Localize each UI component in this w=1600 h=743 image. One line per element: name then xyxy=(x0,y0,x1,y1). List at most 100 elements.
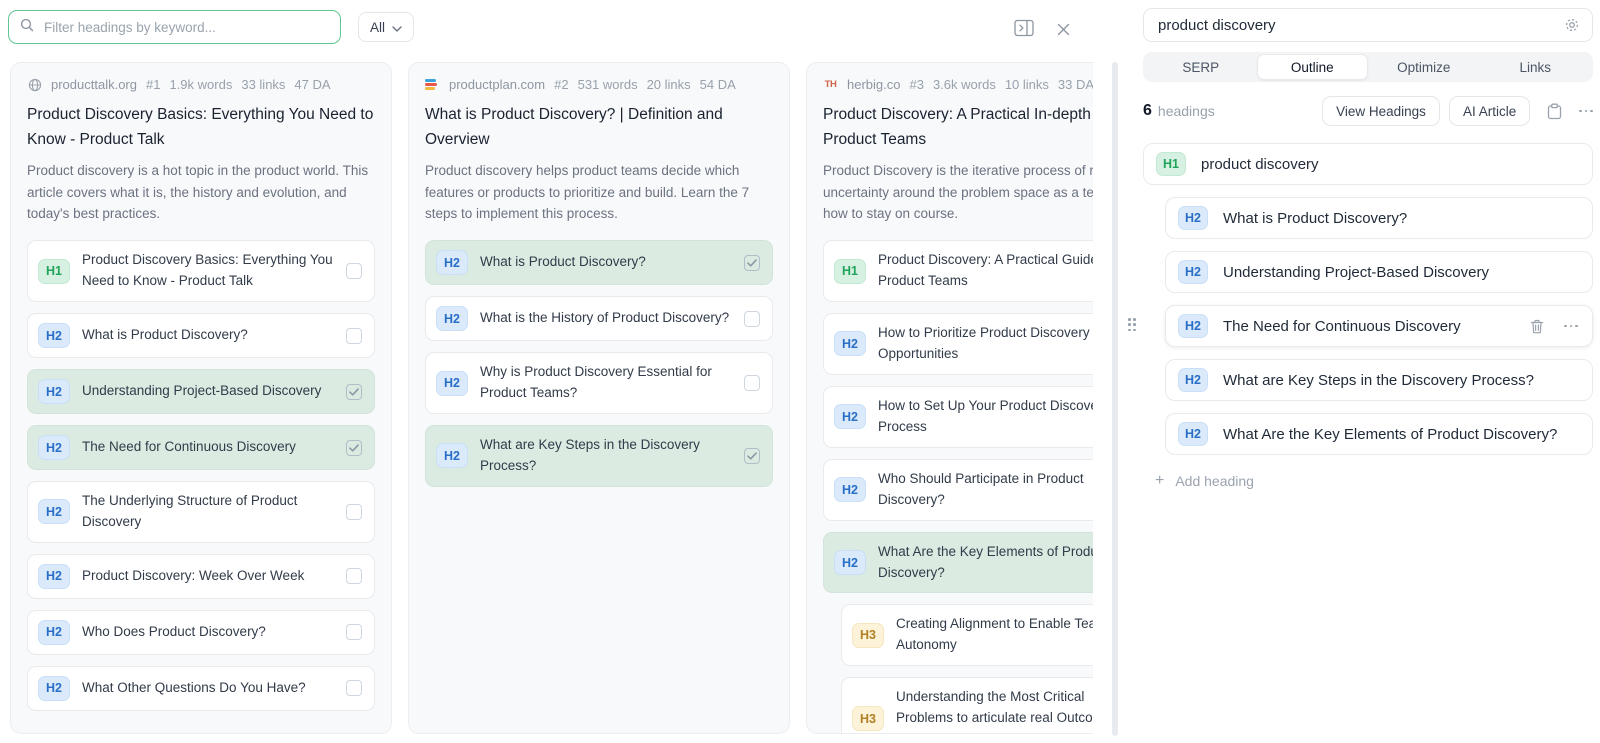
heading-checkbox[interactable] xyxy=(346,504,362,520)
headings-count: 6 xyxy=(1143,102,1152,120)
heading-item[interactable]: H3Creating Alignment to Enable Team Auto… xyxy=(841,604,1093,666)
add-heading-button[interactable]: + Add heading xyxy=(1155,473,1593,489)
heading-checkbox[interactable] xyxy=(744,375,760,391)
heading-item[interactable]: H2Who Should Participate in Product Disc… xyxy=(823,459,1093,521)
heading-text: What is the History of Product Discovery… xyxy=(480,308,732,329)
outline-row-actions xyxy=(1530,319,1578,334)
heading-item[interactable]: H2How to Prioritize Product Discovery Op… xyxy=(823,313,1093,375)
heading-text: What Other Questions Do You Have? xyxy=(82,678,334,699)
heading-item[interactable]: H3Understanding the Most Critical Proble… xyxy=(841,677,1093,734)
settings-icon[interactable] xyxy=(1564,17,1580,33)
heading-level-badge: H2 xyxy=(834,331,866,356)
heading-item[interactable]: H2What is Product Discovery? xyxy=(425,240,773,285)
keyword-query-input[interactable] xyxy=(1156,16,1564,35)
heading-checkbox[interactable] xyxy=(346,624,362,640)
competitor-rank: #2 xyxy=(554,77,568,92)
heading-item[interactable]: H1Product Discovery Basics: Everything Y… xyxy=(27,240,375,302)
competitor-domain[interactable]: herbig.co xyxy=(847,77,900,92)
collapse-panel-icon[interactable] xyxy=(1012,16,1036,40)
heading-checkbox[interactable] xyxy=(744,311,760,327)
heading-level-badge: H2 xyxy=(1178,314,1208,338)
competitor-domain[interactable]: productplan.com xyxy=(449,77,545,92)
competitor-card: THherbig.co#33.6k words10 links33 DAProd… xyxy=(806,62,1093,734)
competitor-meta: THherbig.co#33.6k words10 links33 DA xyxy=(823,77,1093,92)
outline-panel: SERPOutlineOptimizeLinks 6 headings View… xyxy=(1120,0,1600,743)
add-heading-label: Add heading xyxy=(1175,473,1254,489)
heading-text: Understanding the Most Critical Problems… xyxy=(896,687,1093,734)
heading-item[interactable]: H2 How to Set Up Your Product Discovery P… xyxy=(823,386,1093,448)
view-headings-button[interactable]: View Headings xyxy=(1322,96,1440,126)
heading-item[interactable]: H2Why is Product Discovery Essential for… xyxy=(425,352,773,414)
heading-text: What is Product Discovery? xyxy=(480,252,732,273)
outline-list: H1product discovery H2What is Product Dis… xyxy=(1143,143,1593,455)
tab-links[interactable]: Links xyxy=(1480,54,1592,80)
heading-filter-input[interactable] xyxy=(42,19,329,36)
filter-scope-dropdown[interactable]: All xyxy=(358,12,414,42)
heading-checkbox[interactable] xyxy=(346,568,362,584)
filter-toolbar: All xyxy=(0,0,1093,44)
competitor-links: 20 links xyxy=(647,77,691,92)
heading-text: The Need for Continuous Discovery xyxy=(82,437,334,458)
outline-row[interactable]: H1product discovery xyxy=(1143,143,1593,185)
clipboard-icon[interactable] xyxy=(1547,103,1562,120)
heading-text: What is Product Discovery? xyxy=(82,325,334,346)
heading-checkbox-checked[interactable] xyxy=(744,448,760,464)
outline-row[interactable]: H2What is Product Discovery? xyxy=(1165,197,1593,239)
heading-item[interactable]: H2What are Key Steps in the Discovery Pr… xyxy=(425,425,773,487)
heading-text: How to Set Up Your Product Discovery Pro… xyxy=(878,396,1093,438)
heading-text: Product Discovery: A Practical Guide for… xyxy=(878,250,1093,292)
left-panel-scrollbar[interactable] xyxy=(1112,62,1118,736)
heading-item[interactable]: H2Understanding Project-Based Discovery xyxy=(27,369,375,414)
heading-item[interactable]: H1 Product Discovery: A Practical Guide f… xyxy=(823,240,1093,302)
competitor-domain[interactable]: producttalk.org xyxy=(51,77,137,92)
heading-text: Product Discovery Basics: Everything You… xyxy=(82,250,334,292)
heading-level-badge: H2 xyxy=(834,404,866,429)
heading-checkbox[interactable] xyxy=(346,328,362,344)
heading-item[interactable]: H2Product Discovery: Week Over Week xyxy=(27,554,375,599)
heading-item[interactable]: H2 What is the History of Product Discove… xyxy=(425,296,773,341)
heading-item[interactable]: H2What Are the Key Elements of Product D… xyxy=(823,532,1093,594)
competitor-words: 1.9k words xyxy=(169,77,232,92)
result-description: Product discovery is a hot topic in the … xyxy=(27,160,375,224)
heading-checkbox-checked[interactable] xyxy=(346,440,362,456)
heading-item[interactable]: H2What Other Questions Do You Have? xyxy=(27,666,375,711)
heading-text: The Underlying Structure of Product Disc… xyxy=(82,491,334,533)
heading-item[interactable]: H2The Underlying Structure of Product Di… xyxy=(27,481,375,543)
heading-checkbox-checked[interactable] xyxy=(744,255,760,271)
heading-checkbox[interactable] xyxy=(346,680,362,696)
heading-level-badge: H2 xyxy=(436,371,468,396)
competitor-columns: producttalk.org#11.9k words33 links47 DA… xyxy=(0,44,1093,734)
heading-level-badge: H2 xyxy=(436,306,468,331)
result-description: Product discovery helps product teams de… xyxy=(425,160,773,224)
site-favicon-icon: TH xyxy=(823,77,838,92)
close-icon[interactable] xyxy=(1051,17,1075,41)
heading-item[interactable]: H2What is Product Discovery? xyxy=(27,313,375,358)
trash-icon[interactable] xyxy=(1530,319,1544,334)
drag-handle-icon[interactable] xyxy=(1128,318,1136,331)
competitor-rank: #1 xyxy=(146,77,160,92)
heading-filter-box xyxy=(8,10,341,44)
outline-row[interactable]: H2The Need for Continuous Discovery xyxy=(1165,305,1593,347)
tab-outline[interactable]: Outline xyxy=(1257,54,1369,80)
heading-level-badge: H1 xyxy=(834,259,866,284)
outline-row[interactable]: H2What are Key Steps in the Discovery Pr… xyxy=(1165,359,1593,401)
more-options-icon[interactable] xyxy=(1564,325,1578,328)
heading-item[interactable]: H2Who Does Product Discovery? xyxy=(27,610,375,655)
outline-row[interactable]: H2What Are the Key Elements of Product D… xyxy=(1165,413,1593,455)
heading-level-badge: H2 xyxy=(1178,206,1208,230)
panel-tabs: SERPOutlineOptimizeLinks xyxy=(1143,52,1593,82)
competitor-links: 33 links xyxy=(241,77,285,92)
more-options-icon[interactable] xyxy=(1579,110,1593,113)
outline-header: 6 headings View Headings AI Article xyxy=(1143,96,1593,126)
result-title: What is Product Discovery? | Definition … xyxy=(425,102,773,152)
heading-level-badge: H2 xyxy=(1178,368,1208,392)
site-favicon-icon xyxy=(425,77,440,92)
tab-serp[interactable]: SERP xyxy=(1145,54,1257,80)
heading-checkbox-checked[interactable] xyxy=(346,384,362,400)
tab-optimize[interactable]: Optimize xyxy=(1368,54,1480,80)
heading-checkbox[interactable] xyxy=(346,263,362,279)
ai-article-button[interactable]: AI Article xyxy=(1449,96,1530,126)
outline-row[interactable]: H2Understanding Project-Based Discovery xyxy=(1165,251,1593,293)
heading-item[interactable]: H2The Need for Continuous Discovery xyxy=(27,425,375,470)
heading-text: Who Does Product Discovery? xyxy=(82,622,334,643)
